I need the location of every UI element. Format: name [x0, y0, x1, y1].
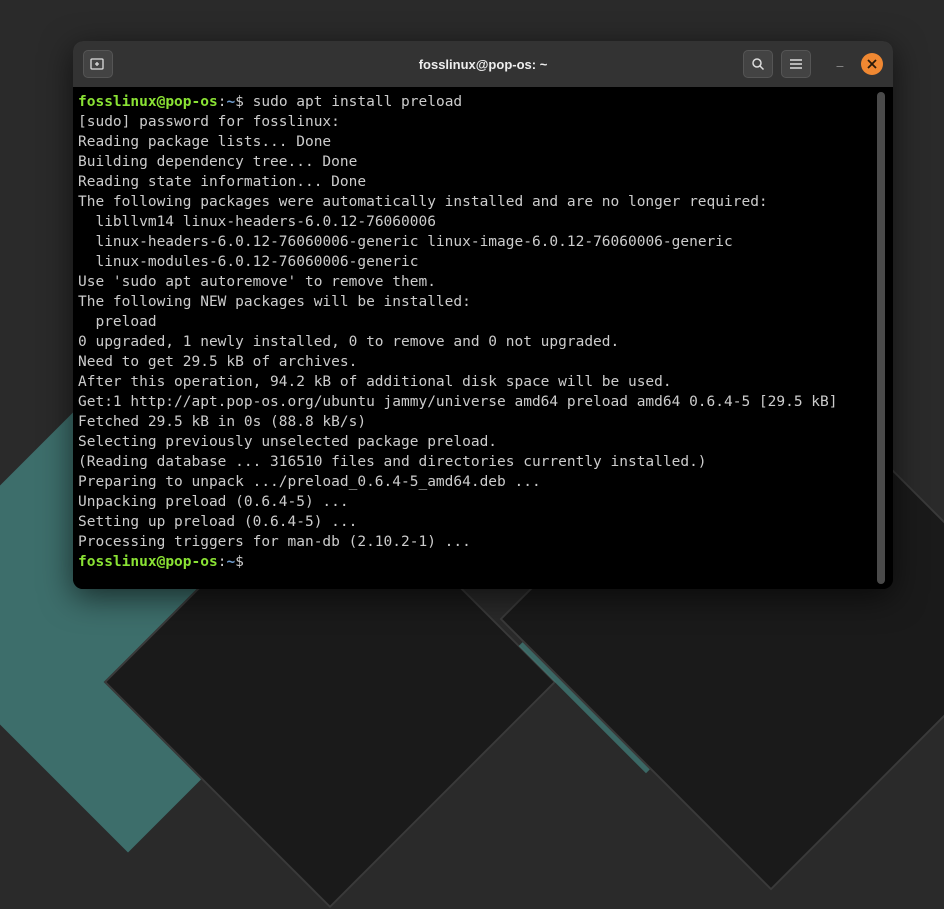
prompt-path: ~ — [226, 94, 235, 110]
terminal-output-line: The following NEW packages will be insta… — [78, 292, 873, 312]
menu-button[interactable] — [781, 50, 811, 78]
prompt-user: fosslinux — [78, 554, 157, 570]
terminal-output-line: Need to get 29.5 kB of archives. — [78, 352, 873, 372]
minimize-icon: _ — [837, 54, 844, 68]
prompt-user: fosslinux — [78, 94, 157, 110]
terminal-output-line: [sudo] password for fosslinux: — [78, 112, 873, 132]
terminal-output-line: Setting up preload (0.6.4-5) ... — [78, 512, 873, 532]
terminal-output-line: (Reading database ... 316510 files and d… — [78, 452, 873, 472]
new-tab-button[interactable] — [83, 50, 113, 78]
terminal-output-line: Building dependency tree... Done — [78, 152, 873, 172]
window-title: fosslinux@pop-os: ~ — [419, 57, 548, 72]
terminal-output-line: 0 upgraded, 1 newly installed, 0 to remo… — [78, 332, 873, 352]
terminal-prompt-line: fosslinux@pop-os:~$ — [78, 552, 873, 572]
prompt-at: @ — [157, 94, 166, 110]
terminal-output-line: Fetched 29.5 kB in 0s (88.8 kB/s) — [78, 412, 873, 432]
terminal-output-line: Preparing to unpack .../preload_0.6.4-5_… — [78, 472, 873, 492]
terminal-output-line: Get:1 http://apt.pop-os.org/ubuntu jammy… — [78, 392, 873, 412]
scrollbar[interactable] — [877, 92, 885, 584]
terminal-prompt-line: fosslinux@pop-os:~$ sudo apt install pre… — [78, 92, 873, 112]
terminal-output-line: Reading package lists... Done — [78, 132, 873, 152]
search-button[interactable] — [743, 50, 773, 78]
window-controls: _ — [829, 53, 883, 75]
prompt-dollar: $ — [235, 554, 252, 570]
close-button[interactable] — [861, 53, 883, 75]
prompt-host: pop-os — [165, 554, 217, 570]
terminal-content[interactable]: fosslinux@pop-os:~$ sudo apt install pre… — [78, 92, 873, 584]
terminal-output-line: libllvm14 linux-headers-6.0.12-76060006 — [78, 212, 873, 232]
terminal-output-line: After this operation, 94.2 kB of additio… — [78, 372, 873, 392]
prompt-host: pop-os — [165, 94, 217, 110]
terminal-output-line: preload — [78, 312, 873, 332]
terminal-output-line: The following packages were automaticall… — [78, 192, 873, 212]
hamburger-icon — [789, 58, 803, 70]
close-icon — [867, 59, 877, 69]
search-icon — [751, 57, 765, 71]
prompt-at: @ — [157, 554, 166, 570]
terminal-command: sudo apt install preload — [253, 94, 463, 110]
terminal-output-line: Unpacking preload (0.6.4-5) ... — [78, 492, 873, 512]
minimize-button[interactable]: _ — [829, 53, 851, 75]
terminal-body[interactable]: fosslinux@pop-os:~$ sudo apt install pre… — [73, 87, 893, 589]
terminal-output-line: linux-headers-6.0.12-76060006-generic li… — [78, 232, 873, 252]
new-tab-icon — [90, 57, 106, 71]
terminal-output-line: Reading state information... Done — [78, 172, 873, 192]
terminal-output-line: linux-modules-6.0.12-76060006-generic — [78, 252, 873, 272]
terminal-output-line: Selecting previously unselected package … — [78, 432, 873, 452]
window-titlebar[interactable]: fosslinux@pop-os: ~ _ — [73, 41, 893, 87]
prompt-path: ~ — [226, 554, 235, 570]
terminal-window: fosslinux@pop-os: ~ _ — [73, 41, 893, 589]
prompt-dollar: $ — [235, 94, 252, 110]
terminal-output-line: Processing triggers for man-db (2.10.2-1… — [78, 532, 873, 552]
terminal-output-line: Use 'sudo apt autoremove' to remove them… — [78, 272, 873, 292]
